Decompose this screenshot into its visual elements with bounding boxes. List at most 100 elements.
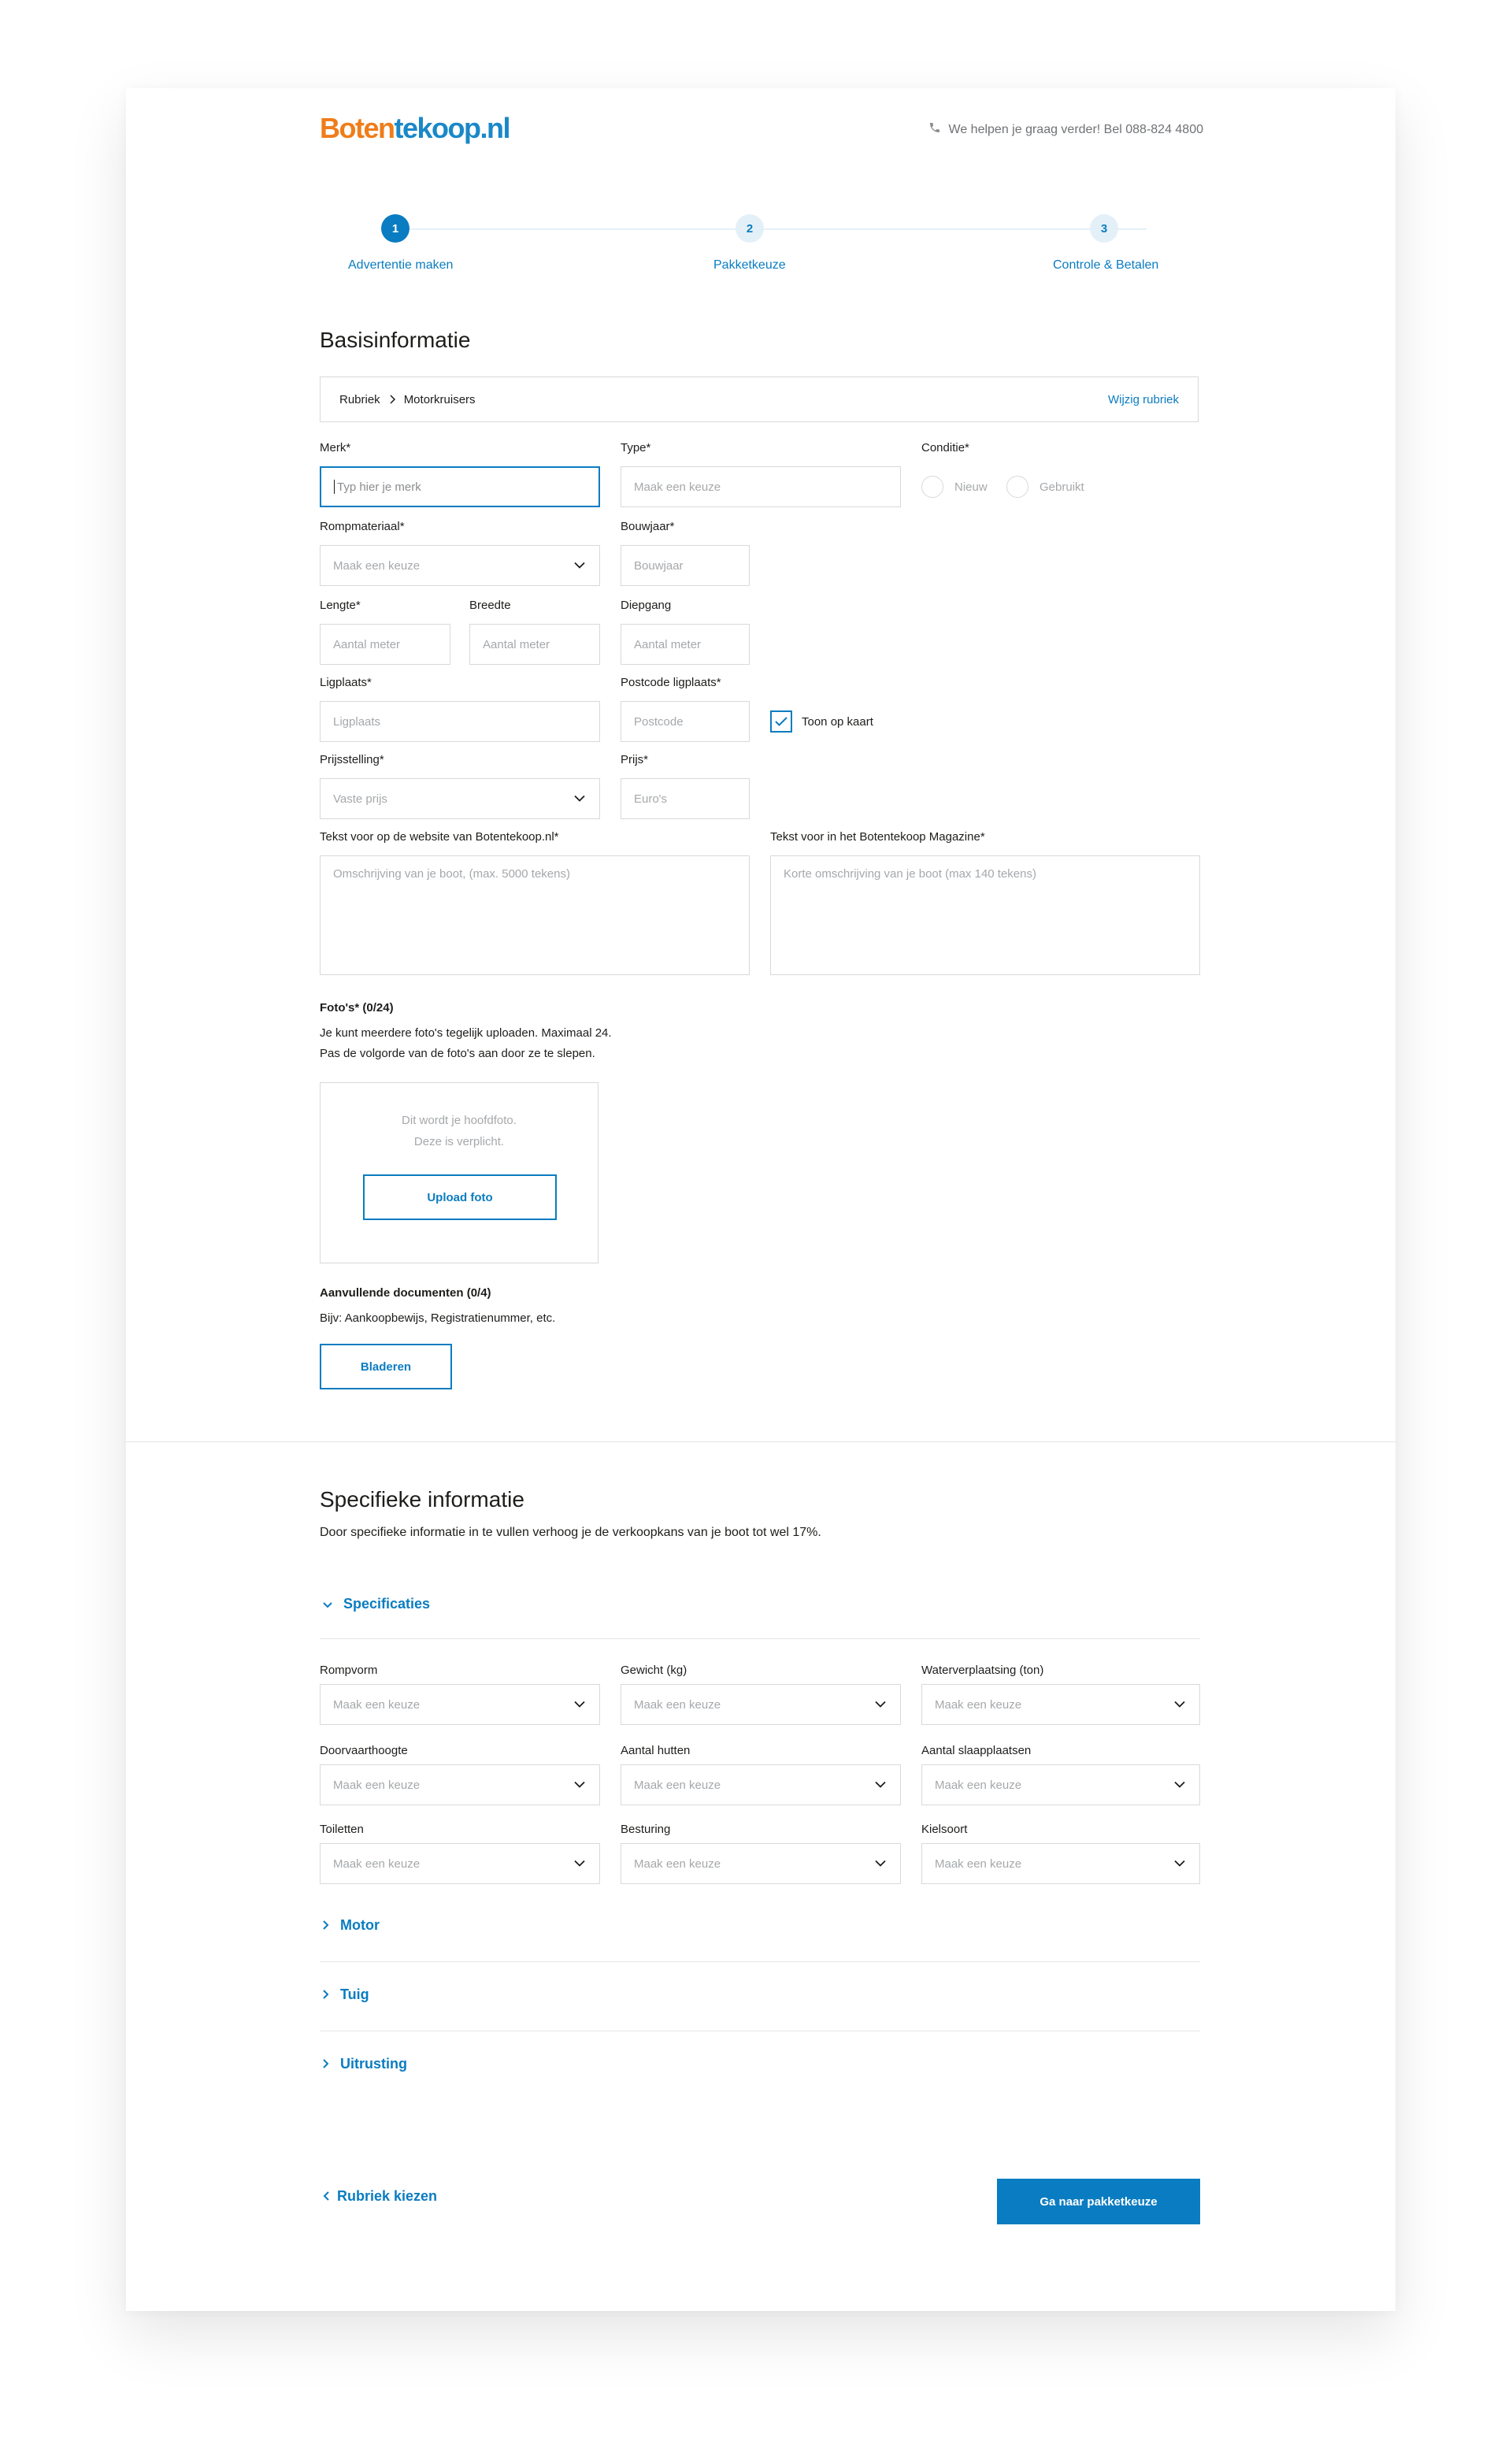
kielsoort-label: Kielsoort (921, 1823, 968, 1836)
chevron-down-icon (875, 1781, 886, 1789)
logo[interactable]: Botentekoop.nl (320, 112, 510, 145)
form-card: Botentekoop.nl We helpen je graag verder… (126, 88, 1395, 2311)
toiletten-select[interactable]: Maak een keuze (320, 1843, 600, 1884)
prijsstelling-label: Prijsstelling* (320, 753, 384, 766)
next-step-button[interactable]: Ga naar pakketkeuze (997, 2179, 1200, 2224)
breedte-input[interactable]: Aantal meter (469, 624, 600, 665)
waterverplaatsing-select[interactable]: Maak een keuze (921, 1684, 1200, 1725)
aantal-slaapplaatsen-select[interactable]: Maak een keuze (921, 1764, 1200, 1805)
chevron-right-icon (323, 1917, 329, 1934)
rompmateriaal-label: Rompmateriaal* (320, 520, 405, 533)
rompvorm-label: Rompvorm (320, 1664, 378, 1677)
accordion-tuig[interactable]: Tuig (323, 1986, 369, 2003)
lengte-label: Lengte* (320, 599, 361, 612)
chevron-right-icon (323, 1986, 329, 2003)
kielsoort-select[interactable]: Maak een keuze (921, 1843, 1200, 1884)
accordion-motor[interactable]: Motor (323, 1917, 380, 1934)
checkbox-box[interactable] (770, 710, 792, 733)
checkmark-icon (775, 717, 788, 726)
chevron-right-icon (323, 2056, 329, 2072)
chevron-down-icon (1174, 1781, 1185, 1789)
help-text: We helpen je graag verder! Bel 088-824 4… (948, 122, 1203, 136)
chevron-down-icon (1174, 1860, 1185, 1868)
gewicht-select[interactable]: Maak een keuze (621, 1684, 901, 1725)
lengte-input[interactable]: Aantal meter (320, 624, 450, 665)
accordion-divider (320, 1638, 1200, 1639)
diepgang-label: Diepgang (621, 599, 672, 612)
gewicht-label: Gewicht (kg) (621, 1664, 687, 1677)
chevron-left-icon (323, 2188, 329, 2205)
bouwjaar-label: Bouwjaar* (621, 520, 675, 533)
merk-input[interactable]: Typ hier je merk (320, 466, 600, 507)
step-1-label[interactable]: Advertentie maken (348, 258, 453, 273)
chevron-down-icon (574, 1860, 585, 1868)
merk-label: Merk* (320, 441, 351, 454)
doorvaarthoogte-select[interactable]: Maak een keuze (320, 1764, 600, 1805)
radio-gebruikt-circle[interactable] (1006, 476, 1028, 498)
dropzone-hint: Dit wordt je hoofdfoto. Deze is verplich… (402, 1114, 517, 1148)
photos-title: Foto's* (0/24) (320, 1001, 394, 1015)
phone-icon (928, 121, 941, 138)
besturing-label: Besturing (621, 1823, 671, 1836)
step-1-circle[interactable]: 1 (381, 214, 410, 243)
step-3-circle[interactable]: 3 (1090, 214, 1118, 243)
rompmateriaal-select[interactable]: Maak een keuze (320, 545, 600, 586)
back-link[interactable]: Rubriek kiezen (323, 2188, 437, 2205)
rompvorm-select[interactable]: Maak een keuze (320, 1684, 600, 1725)
photos-line-1: Je kunt meerdere foto's tegelijk uploade… (320, 1026, 612, 1040)
change-category-link[interactable]: Wijzig rubriek (1108, 393, 1179, 406)
documents-description: Bijv: Aankoopbewijs, Registratienummer, … (320, 1311, 556, 1325)
radio-nieuw-circle[interactable] (921, 476, 943, 498)
type-label: Type* (621, 441, 651, 454)
browse-button[interactable]: Bladeren (320, 1344, 452, 1389)
step-2-label[interactable]: Pakketkeuze (713, 258, 786, 273)
specific-subtitle: Door specifieke informatie in te vullen … (320, 1526, 821, 1539)
postcode-input[interactable]: Postcode (621, 701, 750, 742)
conditie-label: Conditie* (921, 441, 969, 454)
prijs-input[interactable]: Euro's (621, 778, 750, 819)
website-text-area[interactable]: Omschrijving van je boot, (max. 5000 tek… (320, 855, 750, 975)
postcode-label: Postcode ligplaats* (621, 676, 721, 689)
prijsstelling-select[interactable]: Vaste prijs (320, 778, 600, 819)
chevron-down-icon (875, 1860, 886, 1868)
upload-photo-button[interactable]: Upload foto (363, 1174, 557, 1220)
step-2-circle[interactable]: 2 (736, 214, 764, 243)
breadcrumb-root[interactable]: Rubriek (339, 393, 380, 406)
section-title-basic: Basisinformatie (320, 328, 471, 352)
aantal-hutten-label: Aantal hutten (621, 1744, 691, 1757)
waterverplaatsing-label: Waterverplaatsing (ton) (921, 1664, 1044, 1677)
chevron-down-icon (574, 1781, 585, 1789)
magazine-text-area[interactable]: Korte omschrijving van je boot (max 140 … (770, 855, 1200, 975)
website-text-label: Tekst voor op de website van Botentekoop… (320, 830, 559, 844)
bouwjaar-input[interactable]: Bouwjaar (621, 545, 750, 586)
section-divider (126, 1441, 1395, 1442)
chevron-down-icon (323, 1596, 332, 1612)
breadcrumb: Rubriek Motorkruisers Wijzig rubriek (320, 377, 1199, 422)
diepgang-input[interactable]: Aantal meter (621, 624, 750, 665)
chevron-down-icon (574, 562, 585, 569)
chevron-right-icon (388, 395, 396, 404)
step-3-label[interactable]: Controle & Betalen (1053, 258, 1158, 273)
magazine-text-label: Tekst voor in het Botentekoop Magazine* (770, 830, 985, 844)
help-contact: We helpen je graag verder! Bel 088-824 4… (928, 121, 1203, 138)
chevron-down-icon (574, 1701, 585, 1708)
stepper-line (410, 228, 1147, 230)
breadcrumb-current: Motorkruisers (403, 392, 476, 406)
breedte-label: Breedte (469, 599, 511, 612)
aantal-hutten-select[interactable]: Maak een keuze (621, 1764, 901, 1805)
text-cursor (334, 480, 335, 494)
doorvaarthoogte-label: Doorvaarthoogte (320, 1744, 408, 1757)
accordion-specificaties[interactable]: Specificaties (323, 1596, 430, 1612)
ligplaats-input[interactable]: Ligplaats (320, 701, 600, 742)
chevron-down-icon (1174, 1701, 1185, 1708)
type-input[interactable]: Maak een keuze (621, 466, 901, 507)
accordion-uitrusting[interactable]: Uitrusting (323, 2056, 407, 2072)
besturing-select[interactable]: Maak een keuze (621, 1843, 901, 1884)
radio-gebruikt[interactable]: Gebruikt (1006, 476, 1084, 498)
chevron-down-icon (574, 795, 585, 803)
radio-nieuw[interactable]: Nieuw (921, 476, 988, 498)
section-title-specific: Specifieke informatie (320, 1487, 524, 1512)
aantal-slaapplaatsen-label: Aantal slaapplaatsen (921, 1744, 1032, 1757)
photo-dropzone[interactable]: Dit wordt je hoofdfoto. Deze is verplich… (320, 1082, 598, 1263)
toon-op-kaart-checkbox[interactable]: Toon op kaart (770, 710, 873, 733)
